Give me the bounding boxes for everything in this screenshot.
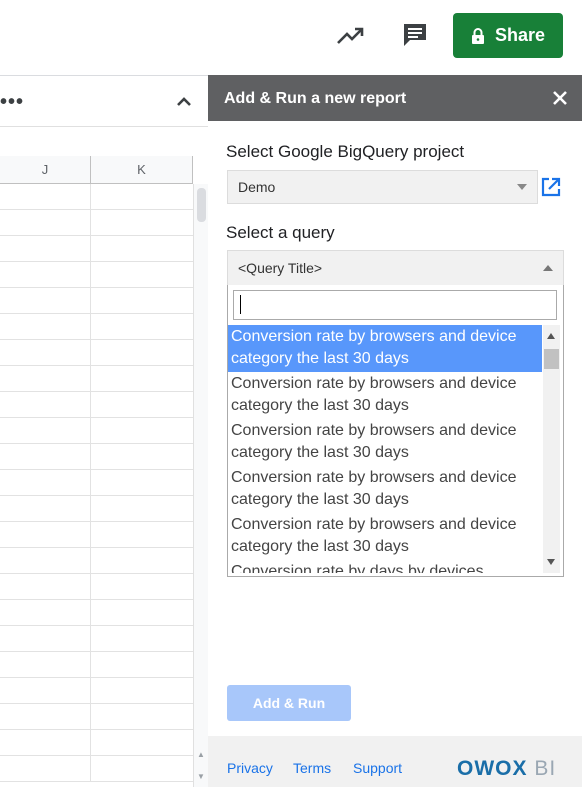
- cell-divider: [90, 288, 91, 314]
- share-button[interactable]: Share: [453, 13, 563, 58]
- cell-divider: [90, 730, 91, 756]
- grid-row[interactable]: [0, 730, 193, 756]
- cell-divider: [90, 600, 91, 626]
- project-label: Select Google BigQuery project: [226, 142, 465, 161]
- query-dropdown: Conversion rate by browsers and device c…: [227, 285, 564, 577]
- cell-divider: [90, 652, 91, 678]
- scroll-down-arrow-icon[interactable]: ▼: [197, 772, 205, 781]
- query-option[interactable]: Conversion rate by browsers and device c…: [228, 513, 542, 560]
- cell-divider: [90, 704, 91, 730]
- grid-row[interactable]: [0, 288, 193, 314]
- add-run-button[interactable]: Add & Run: [227, 685, 351, 721]
- cell-divider: [90, 340, 91, 366]
- query-search-input[interactable]: [233, 290, 557, 320]
- query-option[interactable]: Conversion rate by days by devices: [228, 560, 542, 573]
- grid-row[interactable]: [0, 210, 193, 236]
- grid-row[interactable]: [0, 314, 193, 340]
- cell-divider: [90, 496, 91, 522]
- grid-row[interactable]: [0, 704, 193, 730]
- chevron-down-icon: [517, 184, 527, 190]
- panel-header: Add & Run a new report: [208, 75, 582, 121]
- cell-divider: [90, 678, 91, 704]
- grid-row[interactable]: [0, 236, 193, 262]
- cell-divider: [90, 392, 91, 418]
- spreadsheet-area: ••• J K ▲ ▼: [0, 76, 209, 787]
- cell-divider: [90, 236, 91, 262]
- brand-name: OWOX: [457, 757, 528, 780]
- grid-row[interactable]: [0, 600, 193, 626]
- grid-row[interactable]: [0, 444, 193, 470]
- cell-divider: [90, 470, 91, 496]
- project-value: Demo: [238, 179, 276, 195]
- grid-row[interactable]: [0, 522, 193, 548]
- share-label: Share: [494, 25, 546, 45]
- terms-link[interactable]: Terms: [293, 760, 331, 776]
- scroll-thumb[interactable]: [197, 188, 206, 222]
- top-bar: Share: [0, 0, 582, 76]
- cell-divider: [90, 548, 91, 574]
- grid-row[interactable]: [0, 184, 193, 210]
- cell-divider: [90, 262, 91, 288]
- options-scroll-thumb[interactable]: [544, 349, 559, 369]
- cell-divider: [90, 574, 91, 600]
- grid-row[interactable]: [0, 678, 193, 704]
- cell-divider: [90, 626, 91, 652]
- grid-row[interactable]: [0, 262, 193, 288]
- external-link-icon[interactable]: [540, 176, 562, 198]
- report-panel: Add & Run a new report Select Google Big…: [208, 75, 582, 787]
- sheet-toolbar: •••: [0, 76, 208, 127]
- sheet-scrollbar[interactable]: ▲ ▼: [193, 184, 209, 787]
- cell-divider: [90, 444, 91, 470]
- grid-row[interactable]: [0, 574, 193, 600]
- comment-icon[interactable]: [400, 20, 430, 50]
- trending-up-icon[interactable]: [336, 22, 366, 48]
- cell-divider: [90, 314, 91, 340]
- brand-suffix: BI: [534, 757, 557, 780]
- owox-logo: OWOX BI: [457, 757, 556, 781]
- project-select[interactable]: Demo: [227, 170, 538, 204]
- grid-row[interactable]: [0, 626, 193, 652]
- cell-divider: [90, 210, 91, 236]
- query-option[interactable]: Conversion rate by browsers and device c…: [228, 419, 542, 466]
- query-option[interactable]: Conversion rate by browsers and device c…: [228, 466, 542, 513]
- scroll-up-arrow-icon[interactable]: ▲: [197, 750, 205, 759]
- text-cursor: [240, 295, 241, 314]
- query-options: Conversion rate by browsers and device c…: [228, 325, 542, 573]
- query-option[interactable]: Conversion rate by browsers and device c…: [228, 325, 542, 372]
- cell-divider: [90, 756, 91, 782]
- cell-divider: [90, 366, 91, 392]
- cell-divider: [90, 184, 91, 210]
- chevron-up-icon[interactable]: [172, 90, 196, 114]
- panel-title: Add & Run a new report: [224, 90, 407, 107]
- more-icon[interactable]: •••: [0, 91, 24, 114]
- support-link[interactable]: Support: [353, 760, 402, 776]
- query-select[interactable]: <Query Title>: [227, 250, 564, 286]
- grid-row[interactable]: [0, 392, 193, 418]
- query-option[interactable]: Conversion rate by browsers and device c…: [228, 372, 542, 419]
- grid-row[interactable]: [0, 340, 193, 366]
- close-icon[interactable]: [551, 89, 569, 107]
- grid-row[interactable]: [0, 548, 193, 574]
- grid-row[interactable]: [0, 366, 193, 392]
- grid-row[interactable]: [0, 756, 193, 782]
- lock-icon: [471, 27, 484, 44]
- cell-divider: [90, 418, 91, 444]
- scroll-up-arrow-icon[interactable]: [547, 333, 555, 339]
- cell-divider: [90, 522, 91, 548]
- scroll-down-arrow-icon[interactable]: [547, 559, 555, 565]
- query-label: Select a query: [226, 223, 335, 242]
- query-value: <Query Title>: [238, 260, 323, 276]
- column-header-k[interactable]: K: [91, 156, 193, 184]
- options-scrollbar[interactable]: [543, 325, 560, 573]
- column-header-j[interactable]: J: [0, 156, 91, 184]
- grid-row[interactable]: [0, 470, 193, 496]
- privacy-link[interactable]: Privacy: [227, 760, 273, 776]
- grid-row[interactable]: [0, 496, 193, 522]
- chevron-up-icon: [543, 265, 553, 271]
- grid-row[interactable]: [0, 418, 193, 444]
- grid-row[interactable]: [0, 652, 193, 678]
- grid-rows: [0, 184, 193, 784]
- panel-footer: Privacy Terms Support OWOX BI: [208, 736, 582, 787]
